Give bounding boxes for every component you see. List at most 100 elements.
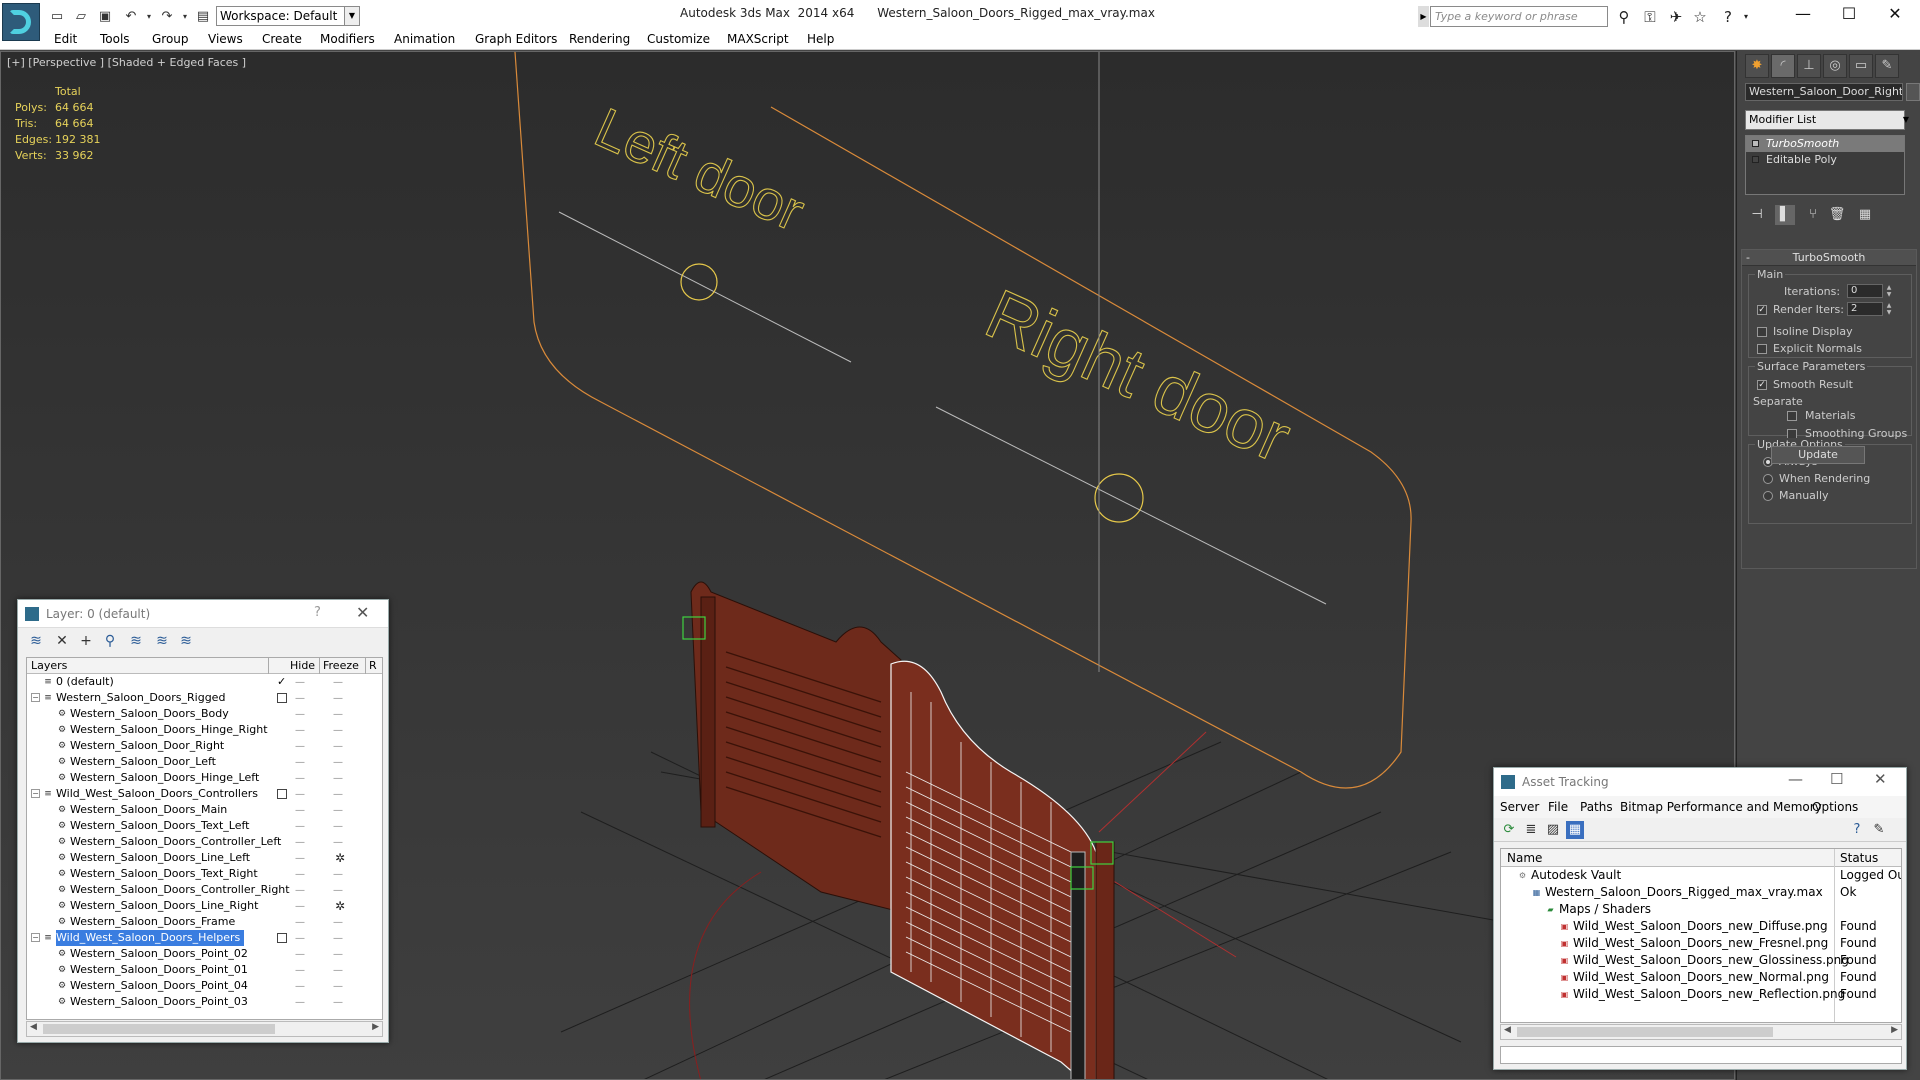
asset-row[interactable]: ▣ Wild_West_Saloon_Doors_new_Diffuse.png F… bbox=[1501, 918, 1901, 935]
hide-toggle[interactable]: — bbox=[295, 771, 305, 787]
scroll-right-icon[interactable]: ▶ bbox=[1891, 1025, 1898, 1035]
binoculars-icon[interactable]: ⚲ bbox=[1614, 7, 1634, 27]
expand-box-icon[interactable] bbox=[1752, 156, 1759, 163]
iterations-spinner[interactable]: 0 bbox=[1847, 284, 1883, 298]
set-current-layer-box[interactable] bbox=[277, 789, 287, 799]
collapse-icon[interactable]: − bbox=[31, 789, 40, 798]
hide-toggle[interactable]: — bbox=[295, 755, 305, 771]
asset-row[interactable]: ⚙ Autodesk Vault Logged Out bbox=[1501, 867, 1901, 884]
list-view-icon[interactable]: ≣ bbox=[1522, 821, 1540, 839]
layer-row[interactable]: ⚙ Western_Saloon_Door_Left — — bbox=[27, 754, 382, 770]
menu-rendering[interactable]: Rendering bbox=[569, 32, 630, 46]
layer-row-label[interactable]: Western_Saloon_Doors_Rigged bbox=[56, 690, 229, 706]
column-render[interactable]: R bbox=[369, 659, 377, 672]
column-layers[interactable]: Layers bbox=[31, 659, 67, 672]
app-logo-icon[interactable] bbox=[2, 3, 40, 41]
freeze-toggle[interactable]: — bbox=[333, 723, 343, 739]
freeze-toggle[interactable]: — bbox=[333, 835, 343, 851]
asset-row[interactable]: ▣ Wild_West_Saloon_Doors_new_Glossiness.p… bbox=[1501, 952, 1901, 969]
favorites-star-icon[interactable]: ☆ bbox=[1690, 7, 1710, 27]
asset-menu-bitmap-performance[interactable]: Bitmap Performance and Memory bbox=[1620, 800, 1822, 814]
undo-dropdown-icon[interactable]: ▾ bbox=[140, 7, 158, 25]
scroll-right-icon[interactable]: ▶ bbox=[372, 1022, 379, 1032]
chevron-down-icon[interactable]: ▼ bbox=[344, 6, 360, 26]
stack-item-editable-poly[interactable]: Editable Poly bbox=[1746, 152, 1904, 168]
collapse-icon[interactable]: − bbox=[31, 933, 40, 942]
layer-row[interactable]: − ≡ Western_Saloon_Doors_Rigged — — bbox=[27, 690, 382, 706]
menu-modifiers[interactable]: Modifiers bbox=[320, 32, 375, 46]
freeze-toggle[interactable]: — bbox=[333, 883, 343, 899]
layer-row[interactable]: ⚙ Western_Saloon_Doors_Controller_Right — — bbox=[27, 882, 382, 898]
delete-layer-icon[interactable]: ✕ bbox=[52, 631, 72, 651]
hide-toggle[interactable]: — bbox=[295, 867, 305, 883]
layer-row[interactable]: ⚙ Western_Saloon_Doors_Point_03 — — bbox=[27, 994, 382, 1010]
layer-row[interactable]: ⚙ Western_Saloon_Doors_Point_02 — — bbox=[27, 946, 382, 962]
hide-toggle[interactable]: — bbox=[295, 691, 305, 707]
layer-row-label[interactable]: Western_Saloon_Doors_Point_02 bbox=[70, 946, 252, 962]
undo-icon[interactable]: ↶ bbox=[122, 7, 140, 25]
menu-animation[interactable]: Animation bbox=[394, 32, 455, 46]
asset-menu-server[interactable]: Server bbox=[1500, 800, 1539, 814]
make-unique-icon[interactable]: ⑂ bbox=[1803, 205, 1823, 225]
layer-row[interactable]: ⚙ Western_Saloon_Doors_Main — — bbox=[27, 802, 382, 818]
layer-row-label[interactable]: Western_Saloon_Door_Left bbox=[70, 754, 220, 770]
layer-row-label[interactable]: Western_Saloon_Doors_Body bbox=[70, 706, 233, 722]
help-dropdown-icon[interactable]: ▾ bbox=[1736, 7, 1756, 27]
communication-center-icon[interactable]: ✈ bbox=[1666, 7, 1686, 27]
configure-modifier-sets-icon[interactable]: ▦ bbox=[1855, 205, 1875, 225]
freeze-toggle[interactable]: — bbox=[333, 787, 343, 803]
freeze-toggle[interactable]: — bbox=[333, 803, 343, 819]
freeze-toggle[interactable]: — bbox=[333, 979, 343, 995]
search-expand-icon[interactable]: ▶ bbox=[1418, 6, 1429, 27]
freeze-toggle[interactable]: — bbox=[333, 867, 343, 883]
layer-row-label[interactable]: Western_Saloon_Doors_Hinge_Left bbox=[70, 770, 263, 786]
asset-row[interactable]: ▦ Western_Saloon_Doors_Rigged_max_vray.ma… bbox=[1501, 884, 1901, 901]
when-rendering-radio[interactable] bbox=[1763, 474, 1773, 484]
new-file-icon[interactable]: ▭ bbox=[48, 7, 66, 25]
freeze-unfreeze-all-icon[interactable]: ≋ bbox=[176, 631, 196, 651]
layer-row[interactable]: ≡ 0 (default) ✓ — — bbox=[27, 674, 382, 690]
project-folder-icon[interactable]: ▤ bbox=[194, 7, 212, 25]
remove-modifier-icon[interactable]: 🗑 bbox=[1827, 205, 1847, 225]
asset-horizontal-scrollbar[interactable]: ◀ ▶ bbox=[1500, 1024, 1902, 1040]
freeze-toggle[interactable]: — bbox=[333, 995, 343, 1011]
freeze-toggle[interactable]: — bbox=[333, 947, 343, 963]
layer-row-label[interactable]: Western_Saloon_Doors_Controller_Right bbox=[70, 882, 294, 898]
menu-customize[interactable]: Customize bbox=[647, 32, 710, 46]
layer-row[interactable]: ⚙ Western_Saloon_Doors_Hinge_Left — — bbox=[27, 770, 382, 786]
materials-checkbox[interactable] bbox=[1787, 411, 1797, 421]
layer-row[interactable]: ⚙ Western_Saloon_Doors_Hinge_Right — — bbox=[27, 722, 382, 738]
freeze-toggle[interactable]: — bbox=[333, 739, 343, 755]
asset-list[interactable]: Name Status ⚙ Autodesk Vault Logged Out ▦ We… bbox=[1500, 848, 1902, 1023]
layer-row-label[interactable]: Western_Saloon_Doors_Hinge_Right bbox=[70, 722, 272, 738]
add-to-layer-icon[interactable]: + bbox=[76, 631, 96, 651]
text-right-door[interactable]: Right door bbox=[974, 274, 1302, 478]
asset-row[interactable]: ▣ Wild_West_Saloon_Doors_new_Fresnel.png F… bbox=[1501, 935, 1901, 952]
smooth-result-checkbox[interactable]: ✓ bbox=[1757, 380, 1767, 390]
menu-maxscript[interactable]: MAXScript bbox=[727, 32, 789, 46]
layer-row-label[interactable]: Western_Saloon_Doors_Point_01 bbox=[70, 962, 252, 978]
spinner-arrows-icon[interactable]: ▲ ▼ bbox=[1885, 284, 1893, 298]
subscription-icon[interactable]: ⚿ bbox=[1640, 7, 1660, 27]
stack-item-turbosmooth[interactable]: TurboSmooth bbox=[1746, 136, 1904, 152]
freeze-toggle[interactable]: — bbox=[333, 707, 343, 723]
workspace-select[interactable]: Workspace: Default bbox=[216, 6, 360, 26]
isoline-display-checkbox[interactable] bbox=[1757, 327, 1767, 337]
create-layer-icon[interactable]: ≋ bbox=[26, 631, 46, 651]
modifier-list-dropdown[interactable]: Modifier List ▼ bbox=[1745, 110, 1909, 130]
create-tab-icon[interactable]: ✸ bbox=[1745, 54, 1769, 78]
layer-row[interactable]: ⚙ Western_Saloon_Doors_Body — — bbox=[27, 706, 382, 722]
close-icon[interactable]: ✕ bbox=[356, 603, 369, 622]
layer-window-titlebar[interactable]: Layer: 0 (default) ? ✕ bbox=[18, 600, 388, 628]
current-layer-check-icon[interactable]: ✓ bbox=[277, 674, 286, 690]
hide-toggle[interactable]: — bbox=[295, 899, 305, 915]
hide-toggle[interactable]: — bbox=[295, 915, 305, 931]
hierarchy-tab-icon[interactable]: ⊥ bbox=[1797, 54, 1821, 78]
layer-row-label[interactable]: Wild_West_Saloon_Doors_Helpers bbox=[54, 929, 246, 947]
menu-edit[interactable]: Edit bbox=[54, 32, 77, 46]
search-input[interactable]: Type a keyword or phrase bbox=[1430, 6, 1608, 27]
hide-toggle[interactable]: — bbox=[295, 995, 305, 1011]
scroll-left-icon[interactable]: ◀ bbox=[30, 1022, 37, 1032]
layer-horizontal-scrollbar[interactable]: ◀ ▶ bbox=[26, 1021, 383, 1037]
menu-tools[interactable]: Tools bbox=[100, 32, 130, 46]
